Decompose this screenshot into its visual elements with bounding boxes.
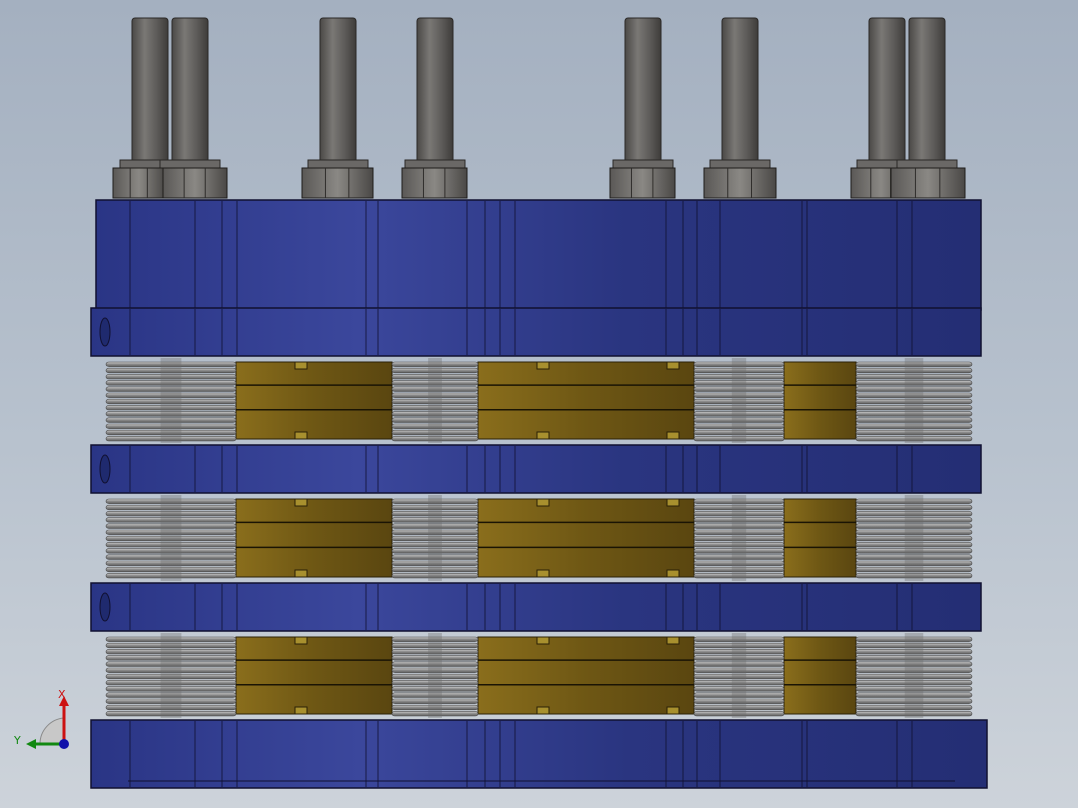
cell-stack bbox=[477, 361, 695, 440]
clamp-plate-1 bbox=[90, 307, 982, 357]
hex-nut bbox=[112, 167, 166, 199]
bolt-rod bbox=[131, 17, 169, 165]
bolt-rod bbox=[908, 17, 946, 165]
cell-stud bbox=[536, 498, 550, 507]
spring-guide-rod bbox=[160, 358, 182, 443]
cell-stack bbox=[477, 498, 695, 578]
cell-stack bbox=[235, 361, 393, 440]
clamp-plate-3-hole bbox=[99, 592, 111, 622]
cell-stack bbox=[477, 636, 695, 715]
cell-stud bbox=[536, 569, 550, 578]
bolt-layer bbox=[112, 17, 966, 199]
cell-stud bbox=[294, 361, 308, 370]
cell-stud bbox=[294, 636, 308, 645]
bolt-rod bbox=[319, 17, 357, 165]
hex-nut bbox=[890, 167, 966, 199]
assembly-model[interactable] bbox=[0, 0, 1078, 808]
bottom-end-plate bbox=[90, 719, 988, 789]
top-end-plate bbox=[95, 199, 982, 311]
cell-stack bbox=[783, 636, 857, 715]
cell-stud bbox=[536, 706, 550, 715]
hex-nut bbox=[301, 167, 374, 199]
cell-stud bbox=[536, 636, 550, 645]
cell-stack bbox=[235, 498, 393, 578]
spring-guide-rod bbox=[428, 633, 442, 718]
cell-stud bbox=[666, 498, 680, 507]
bolt-rod bbox=[721, 17, 759, 165]
cell-stud bbox=[294, 498, 308, 507]
clamp-plate-2-hole bbox=[99, 454, 111, 484]
cell-stud bbox=[666, 431, 680, 440]
cell-stack bbox=[783, 361, 857, 440]
cad-viewport[interactable]: X Y bbox=[0, 0, 1078, 808]
spring-guide-rod bbox=[731, 358, 747, 443]
bolt-rod bbox=[624, 17, 662, 165]
clamp-plate-1-hole bbox=[99, 317, 111, 347]
spring-guide-rod bbox=[904, 495, 924, 581]
z-axis-dot bbox=[59, 739, 69, 749]
clamp-plate-3 bbox=[90, 582, 982, 632]
spring-guide-rod bbox=[904, 358, 924, 443]
hex-nut bbox=[401, 167, 468, 199]
spring-guide-rod bbox=[428, 358, 442, 443]
spring-guide-rod bbox=[904, 633, 924, 718]
y-axis-label: Y bbox=[13, 734, 21, 747]
cell-stud bbox=[294, 431, 308, 440]
hex-nut bbox=[703, 167, 777, 199]
hex-nut bbox=[609, 167, 676, 199]
cell-stud bbox=[536, 431, 550, 440]
hex-nut bbox=[162, 167, 228, 199]
cell-stud bbox=[536, 361, 550, 370]
cell-stud bbox=[294, 569, 308, 578]
x-axis-label: X bbox=[58, 688, 66, 701]
spring-guide-rod bbox=[160, 495, 182, 581]
cell-stud bbox=[666, 361, 680, 370]
y-axis-arrow-icon bbox=[26, 739, 36, 749]
bolt-rod bbox=[171, 17, 209, 165]
spring-guide-rod bbox=[731, 495, 747, 581]
clamp-plate-2 bbox=[90, 444, 982, 494]
triad-quadrant bbox=[39, 717, 65, 745]
cell-stack bbox=[235, 636, 393, 715]
cell-stud bbox=[666, 706, 680, 715]
axis-triad-icon: X Y bbox=[13, 688, 69, 749]
spring-guide-rod bbox=[160, 633, 182, 718]
cell-stud bbox=[294, 706, 308, 715]
cell-stud bbox=[666, 569, 680, 578]
cell-stud bbox=[666, 636, 680, 645]
spring-guide-rod bbox=[731, 633, 747, 718]
cell-stack bbox=[783, 498, 857, 578]
bolt-rod bbox=[868, 17, 906, 165]
spring-guide-rod bbox=[428, 495, 442, 581]
bolt-rod bbox=[416, 17, 454, 165]
